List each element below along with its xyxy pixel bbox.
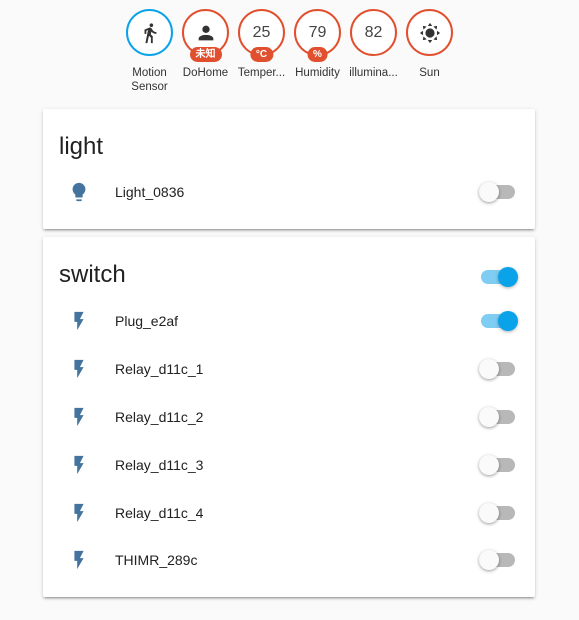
badge-ring xyxy=(406,9,453,56)
badge-ring: 79 % xyxy=(294,9,341,62)
entity-name[interactable]: Relay_d11c_3 xyxy=(115,457,203,473)
badge-label: Humidity xyxy=(295,67,340,79)
entity-toggle[interactable] xyxy=(479,550,515,570)
entity-toggle[interactable] xyxy=(479,359,515,379)
badge-sun[interactable]: Sun xyxy=(406,9,453,94)
badges-bar: Motion Sensor 未知 DoHome 25 °C Temper... … xyxy=(0,9,579,94)
badge-value: 79 xyxy=(308,23,327,41)
entity-toggle[interactable] xyxy=(479,407,515,427)
light-toggle[interactable] xyxy=(479,182,515,202)
flash-icon xyxy=(67,501,91,525)
toggle-knob xyxy=(479,550,499,570)
badge-unit-chip: °C xyxy=(249,47,274,62)
toggle-knob xyxy=(498,311,518,331)
sun-icon xyxy=(419,22,441,44)
entity-toggle[interactable] xyxy=(479,503,515,523)
light-card: light Light_0836 xyxy=(43,109,535,229)
switch-card: switch Plug_e2af Relay_d11c_1 Relay_d11c… xyxy=(43,237,535,597)
badge-unit-chip: % xyxy=(307,47,328,62)
badge-illuminance[interactable]: 82 illumina... xyxy=(349,9,398,94)
toggle-knob xyxy=(498,267,518,287)
badge-ring xyxy=(126,9,173,56)
entity-row-thimr-289c[interactable]: THIMR_289c xyxy=(43,536,535,584)
badge-label: illumina... xyxy=(349,67,398,79)
badge-ring: 25 °C xyxy=(238,9,285,62)
badge-temperature[interactable]: 25 °C Temper... xyxy=(238,9,285,94)
badge-dohome[interactable]: 未知 DoHome xyxy=(182,9,229,94)
entity-row-relay-d11c-2[interactable]: Relay_d11c_2 xyxy=(43,393,535,441)
badge-label: Temper... xyxy=(237,67,286,79)
person-icon xyxy=(195,22,217,44)
badge-value: 25 xyxy=(252,23,271,41)
toggle-knob xyxy=(479,359,499,379)
badge-ring: 82 xyxy=(350,9,397,56)
flash-icon xyxy=(67,309,91,333)
toggle-knob xyxy=(479,503,499,523)
card-title: switch xyxy=(59,261,126,288)
badge-humidity[interactable]: 79 % Humidity xyxy=(294,9,341,94)
flash-icon xyxy=(67,453,91,477)
toggle-knob xyxy=(479,455,499,475)
toggle-knob xyxy=(479,407,499,427)
flash-icon xyxy=(67,357,91,381)
flash-icon xyxy=(67,405,91,429)
entity-row-plug-e2af[interactable]: Plug_e2af xyxy=(43,297,535,345)
entity-toggle[interactable] xyxy=(479,455,515,475)
entity-name[interactable]: Relay_d11c_1 xyxy=(115,361,203,377)
entity-toggle[interactable] xyxy=(481,311,518,331)
badge-label: DoHome xyxy=(182,67,229,79)
entity-name[interactable]: Relay_d11c_4 xyxy=(115,505,203,521)
badge-value: 82 xyxy=(364,23,383,41)
badge-ring: 未知 xyxy=(182,9,229,62)
walk-icon xyxy=(139,22,161,44)
entity-name[interactable]: THIMR_289c xyxy=(115,552,197,568)
entity-row-relay-d11c-4[interactable]: Relay_d11c_4 xyxy=(43,489,535,537)
group-toggle[interactable] xyxy=(481,267,518,287)
badge-label: Sun xyxy=(419,67,440,79)
badge-label: Motion Sensor xyxy=(131,67,168,93)
badge-motion-sensor[interactable]: Motion Sensor xyxy=(126,9,173,94)
entity-name[interactable]: Light_0836 xyxy=(115,184,184,200)
entity-name[interactable]: Plug_e2af xyxy=(115,313,178,329)
toggle-knob xyxy=(479,182,499,202)
badge-unit-chip: 未知 xyxy=(189,47,222,62)
entity-name[interactable]: Relay_d11c_2 xyxy=(115,409,203,425)
flash-icon xyxy=(67,548,91,572)
entity-row-relay-d11c-1[interactable]: Relay_d11c_1 xyxy=(43,345,535,393)
entity-row-light-0836[interactable]: Light_0836 xyxy=(43,168,535,216)
bulb-icon xyxy=(67,180,91,204)
entity-row-relay-d11c-3[interactable]: Relay_d11c_3 xyxy=(43,441,535,489)
card-title: light xyxy=(59,133,104,160)
